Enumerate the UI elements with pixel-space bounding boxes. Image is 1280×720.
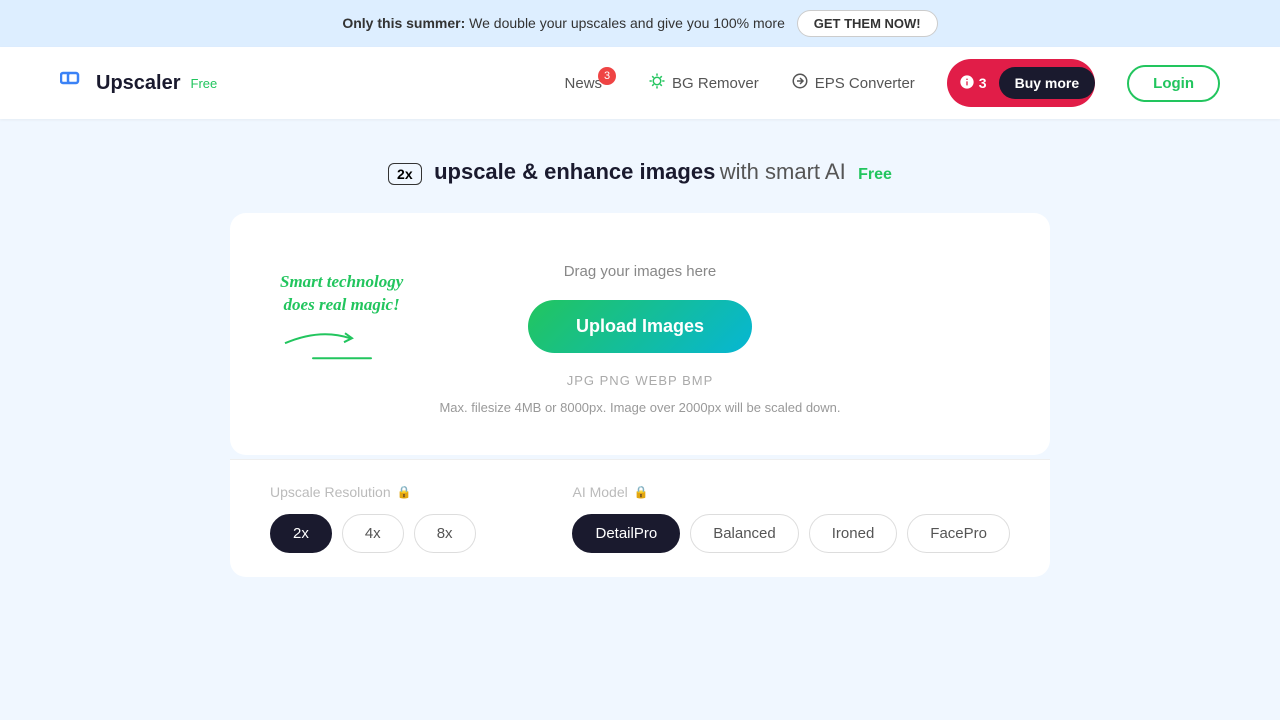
hero-section: 2x upscale & enhance images with smart A…: [230, 159, 1050, 185]
hero-tag: 2x: [388, 163, 422, 185]
resolution-options: 2x 4x 8x: [270, 514, 512, 553]
file-limit-text: Max. filesize 4MB or 8000px. Image over …: [270, 400, 1010, 415]
resolution-2x-button[interactable]: 2x: [270, 514, 332, 553]
credits-button[interactable]: 3 Buy more: [947, 59, 1095, 107]
eps-converter-icon: [791, 72, 809, 94]
header: Upscaler Free News 3 BG Remover EPS Conv…: [0, 47, 1280, 119]
hero-title: upscale & enhance images: [434, 159, 715, 184]
ai-model-detailpro-button[interactable]: DetailPro: [572, 514, 680, 553]
resolution-8x-button[interactable]: 8x: [414, 514, 476, 553]
credits-count: 3: [979, 75, 991, 91]
resolution-group: Upscale Resolution 🔒 2x 4x 8x: [270, 484, 512, 553]
eps-converter-label: EPS Converter: [815, 75, 915, 92]
ai-model-ironed-button[interactable]: Ironed: [809, 514, 898, 553]
hero-free-label: Free: [858, 166, 892, 183]
ai-model-group: AI Model 🔒 DetailPro Balanced Ironed Fac…: [572, 484, 1010, 553]
banner-normal-text: We double your upscales and give you 100…: [469, 15, 785, 31]
smart-tech-text: Smart technology does real magic!: [280, 270, 403, 360]
ai-model-balanced-button[interactable]: Balanced: [690, 514, 799, 553]
ai-model-lock-icon: 🔒: [634, 485, 649, 499]
main-nav: News 3 BG Remover EPS Converter 3 Buy mo…: [565, 59, 1220, 107]
smart-tech-line2: does real magic!: [280, 294, 403, 318]
main-content: 2x upscale & enhance images with smart A…: [210, 119, 1070, 617]
settings-area: Upscale Resolution 🔒 2x 4x 8x AI Model 🔒…: [230, 459, 1050, 577]
smart-tech-line1: Smart technology: [280, 270, 403, 294]
nav-item-eps-converter[interactable]: EPS Converter: [791, 72, 915, 94]
banner-bold-text: Only this summer:: [342, 15, 465, 31]
login-button[interactable]: Login: [1127, 65, 1220, 102]
upload-images-button[interactable]: Upload Images: [528, 300, 752, 353]
logo-icon: [60, 67, 86, 99]
ai-model-label: AI Model 🔒: [572, 484, 1010, 500]
resolution-lock-icon: 🔒: [397, 485, 412, 499]
top-banner: Only this summer: We double your upscale…: [0, 0, 1280, 47]
buy-more-label: Buy more: [999, 67, 1096, 99]
ai-model-facepro-button[interactable]: FacePro: [907, 514, 1010, 553]
nav-item-bg-remover[interactable]: BG Remover: [648, 72, 759, 94]
resolution-label: Upscale Resolution 🔒: [270, 484, 512, 500]
news-label: News: [565, 75, 603, 92]
ai-model-options: DetailPro Balanced Ironed FacePro: [572, 514, 1010, 553]
banner-cta-button[interactable]: GET THEM NOW!: [797, 10, 938, 37]
logo-badge: Free: [191, 76, 218, 91]
bg-remover-label: BG Remover: [672, 75, 759, 92]
hero-subtitle: with smart AI: [720, 159, 846, 184]
resolution-4x-button[interactable]: 4x: [342, 514, 404, 553]
upload-area: Smart technology does real magic! Drag y…: [230, 213, 1050, 455]
file-types-text: JPG PNG WEBP BMP: [270, 373, 1010, 388]
nav-item-news[interactable]: News 3: [565, 75, 603, 92]
bg-remover-icon: [648, 72, 666, 94]
logo-text: Upscaler: [96, 72, 181, 95]
logo-area[interactable]: Upscaler Free: [60, 67, 217, 99]
news-badge: 3: [598, 67, 616, 85]
credits-icon: [959, 74, 975, 93]
